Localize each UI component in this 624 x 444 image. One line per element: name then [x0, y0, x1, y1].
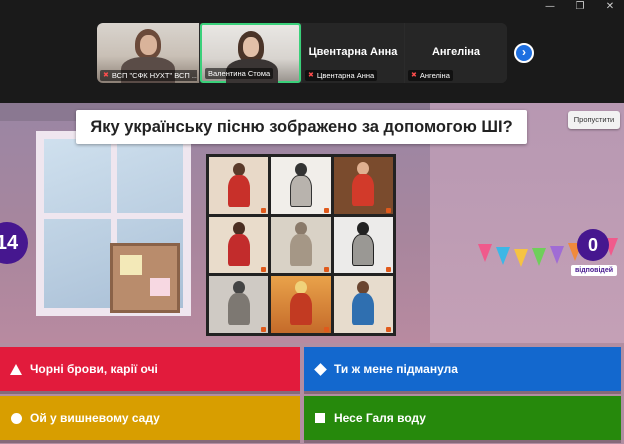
- folk-figure: [288, 163, 314, 211]
- mic-off-icon: ✖: [308, 71, 314, 79]
- participant-tile[interactable]: Ангеліна ✖ Ангеліна: [405, 23, 507, 83]
- garland-flag: [532, 248, 546, 266]
- garland-flag: [550, 246, 564, 264]
- close-icon[interactable]: ✕: [604, 2, 616, 12]
- meeting-window: — ❐ ✕ ✖ ВСП "СФК НУХТ" ВСП ... Валентина …: [0, 0, 624, 444]
- participant-display-name: Ангеліна: [431, 46, 481, 58]
- folk-figure: [226, 281, 252, 329]
- answer-label: Ти ж мене підманула: [334, 362, 458, 376]
- participant-label: ✖ ВСП "СФК НУХТ" ВСП ...: [100, 70, 197, 81]
- answer-button-red[interactable]: Чорні брови, карії очі: [0, 347, 300, 391]
- participant-face: [140, 35, 157, 55]
- folk-figure: [350, 281, 376, 329]
- image-signature: [385, 207, 391, 213]
- answers-caption: відповідей: [571, 265, 617, 276]
- participant-label: Валентина Стома: [205, 68, 297, 79]
- garland-flag: [514, 249, 528, 267]
- participant-tile[interactable]: Цвентарна Анна ✖ Цвентарна Анна: [302, 23, 404, 83]
- folk-figure: [226, 221, 252, 270]
- image-signature: [261, 267, 267, 273]
- triangle-icon: [10, 363, 22, 375]
- chevron-right-icon[interactable]: ›: [514, 43, 534, 63]
- collage-image: [209, 276, 269, 333]
- collage-image: [271, 276, 331, 333]
- image-signature: [323, 207, 329, 213]
- answers-count: 0: [577, 229, 609, 261]
- folk-figure: [288, 281, 314, 329]
- folk-figure: [226, 163, 252, 211]
- window-controls: — ❐ ✕: [544, 0, 624, 14]
- answer-button-yellow[interactable]: Ой у вишневому саду: [0, 396, 300, 440]
- participant-name: Валентина Стома: [208, 69, 271, 78]
- mic-off-icon: ✖: [103, 71, 109, 79]
- participant-label: ✖ Цвентарна Анна: [305, 70, 402, 81]
- square-icon: [314, 412, 326, 424]
- participant-tile-active-speaker[interactable]: Валентина Стома: [200, 23, 301, 83]
- collage-image: [271, 157, 331, 214]
- folk-figure: [350, 221, 376, 270]
- restore-icon[interactable]: ❐: [574, 2, 586, 12]
- answer-label: Чорні брови, карії очі: [30, 362, 158, 376]
- diamond-icon: [313, 362, 327, 376]
- collage-image: [209, 157, 269, 214]
- image-signature: [323, 327, 329, 332]
- folk-figure: [350, 162, 376, 210]
- participant-display-name: Цвентарна Анна: [308, 46, 398, 58]
- image-signature: [323, 267, 329, 273]
- garland-flag: [478, 244, 492, 262]
- question-title: Яку українську пісню зображено за допомо…: [76, 110, 527, 144]
- skip-button[interactable]: Пропустити: [568, 111, 620, 129]
- circle-icon: [10, 412, 22, 424]
- image-signature: [261, 327, 267, 332]
- cork-note: [150, 278, 170, 296]
- participant-face: [243, 37, 259, 57]
- collage-image: [333, 276, 393, 333]
- room-window-bar: [44, 213, 183, 219]
- answer-label: Ой у вишневому саду: [30, 411, 160, 425]
- image-signature: [261, 207, 267, 213]
- answer-label: Несе Галя воду: [334, 411, 426, 425]
- collage-image: [209, 216, 269, 274]
- image-signature: [385, 327, 391, 332]
- participant-label: ✖ Ангеліна: [408, 70, 505, 81]
- answer-button-blue[interactable]: Ти ж мене підманула: [304, 347, 621, 391]
- mic-off-icon: ✖: [411, 71, 417, 79]
- collage-image: [333, 216, 393, 274]
- garland-flag: [496, 247, 510, 265]
- minimize-icon[interactable]: —: [544, 2, 556, 12]
- participant-tile[interactable]: ✖ ВСП "СФК НУХТ" ВСП ...: [97, 23, 199, 83]
- collage-image: [333, 157, 393, 214]
- participant-video-strip: ✖ ВСП "СФК НУХТ" ВСП ... Валентина Стома …: [97, 23, 507, 83]
- collage-image: [271, 216, 331, 274]
- participant-name: Цвентарна Анна: [316, 71, 375, 80]
- image-signature: [385, 267, 391, 273]
- participant-name: ВСП "СФК НУХТ" ВСП ...: [111, 71, 197, 80]
- cork-note: [120, 255, 142, 275]
- participant-name: Ангеліна: [419, 71, 450, 80]
- answer-button-green[interactable]: Несе Галя воду: [304, 396, 621, 440]
- question-image-collage: [206, 154, 396, 336]
- folk-figure: [288, 221, 314, 270]
